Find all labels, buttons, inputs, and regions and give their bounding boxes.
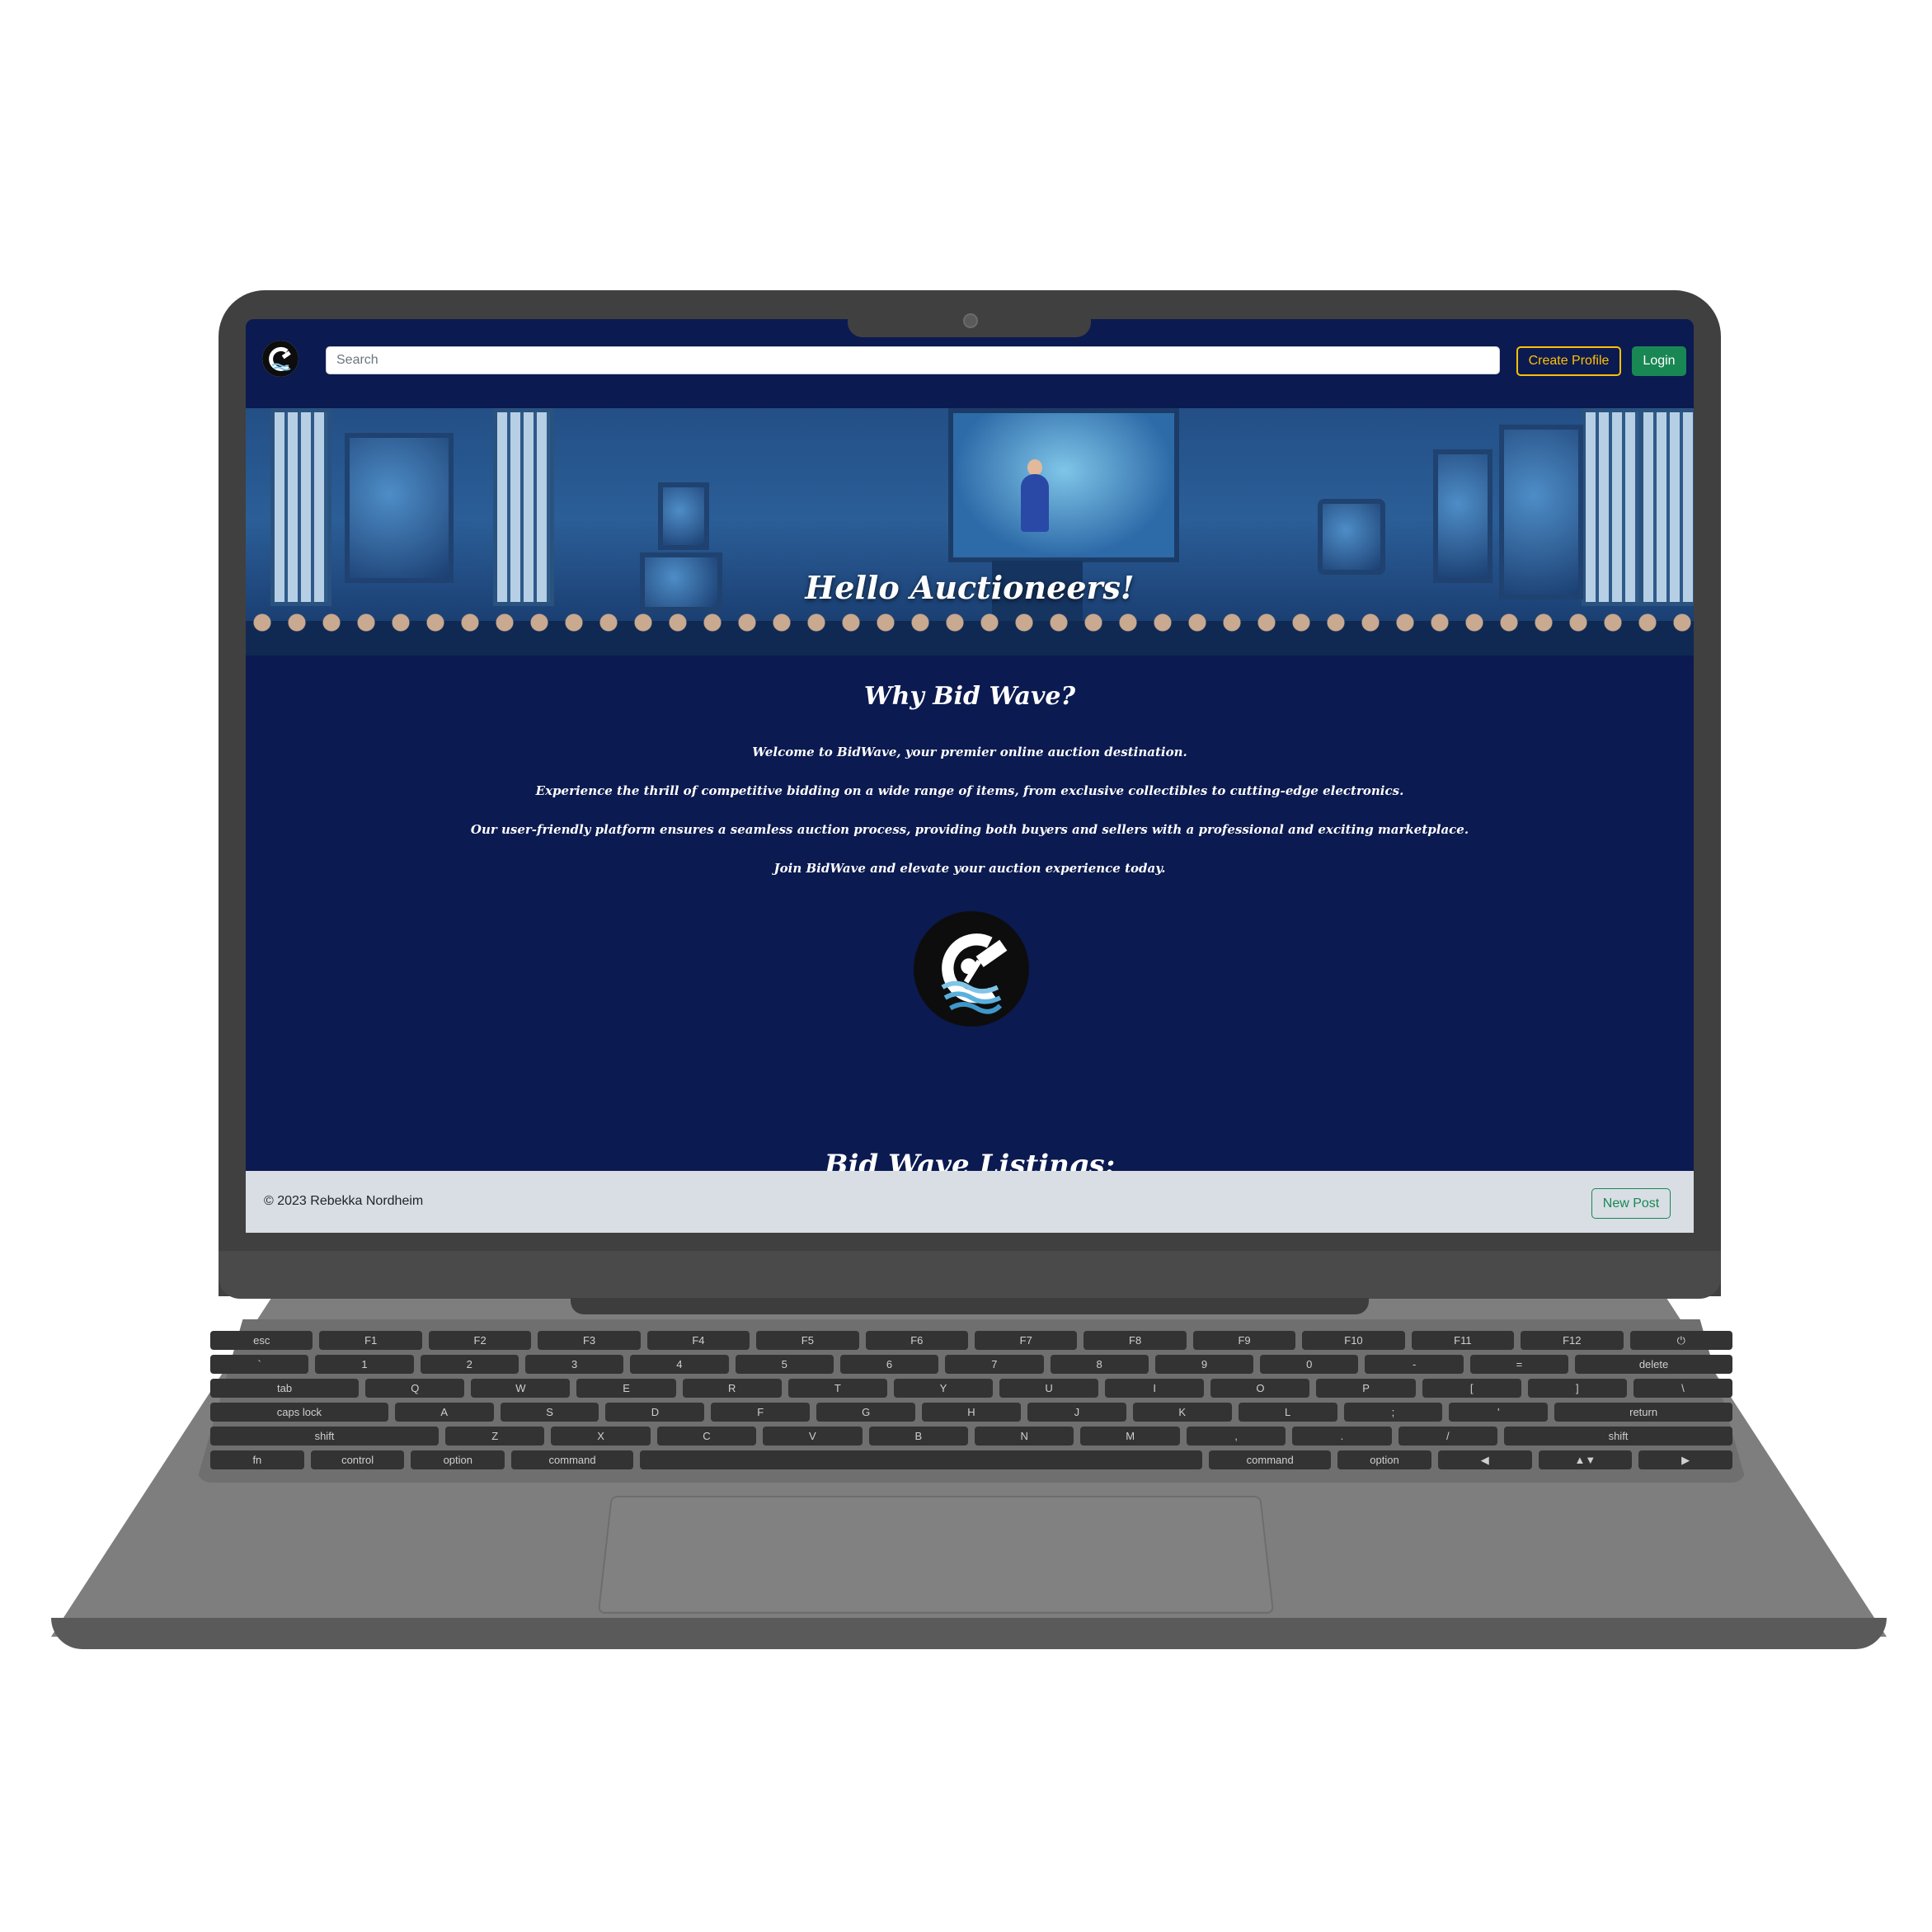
- footer: © 2023 Rebekka Nordheim New Post: [246, 1171, 1694, 1233]
- hero-auctioneer-body: [1021, 474, 1049, 532]
- hero-crowd: [246, 598, 1694, 656]
- hero-painting: [658, 482, 709, 550]
- bidwave-logo-icon[interactable]: [262, 341, 298, 377]
- hero-title: Hello Auctioneers!: [805, 569, 1135, 606]
- hero-banner: Hello Auctioneers!: [246, 408, 1694, 656]
- new-post-button[interactable]: New Post: [1591, 1188, 1671, 1219]
- bidwave-logo-icon: [914, 911, 1029, 1027]
- laptop-trackpad: [597, 1496, 1275, 1614]
- laptop-keyboard: esc F1 F2 F3 F4 F5 F6 F7 F8 F9 F10 F11 F12 ⏻ ` 1 2 3 4 5 6 7…: [209, 1331, 1733, 1476]
- laptop-base-edge: [51, 1618, 1887, 1649]
- hero-painting: [1318, 499, 1385, 575]
- camera-icon: [963, 313, 978, 328]
- copyright-text: © 2023 Rebekka Nordheim: [264, 1194, 424, 1208]
- hero-painting: [1433, 449, 1492, 583]
- search-input[interactable]: [326, 346, 1500, 374]
- hero-auctioneer: [1027, 459, 1042, 476]
- hero-painting: [345, 433, 454, 583]
- hero-center-screen: [948, 408, 1179, 562]
- login-button[interactable]: Login: [1632, 346, 1686, 376]
- laptop-lid-bottom: [219, 1251, 1721, 1299]
- about-paragraph: Welcome to BidWave, your premier online …: [752, 745, 1187, 759]
- create-profile-button[interactable]: Create Profile: [1516, 346, 1621, 376]
- about-paragraph: Join BidWave and elevate your auction ex…: [773, 861, 1166, 876]
- about-paragraph: Experience the thrill of competitive bid…: [535, 783, 1404, 798]
- about-heading: Why Bid Wave?: [863, 682, 1076, 711]
- laptop-hinge: [571, 1298, 1369, 1314]
- about-paragraph: Our user-friendly platform ensures a sea…: [470, 822, 1469, 837]
- browser-viewport: Create Profile Login Hello Auctioneers! …: [246, 319, 1694, 1233]
